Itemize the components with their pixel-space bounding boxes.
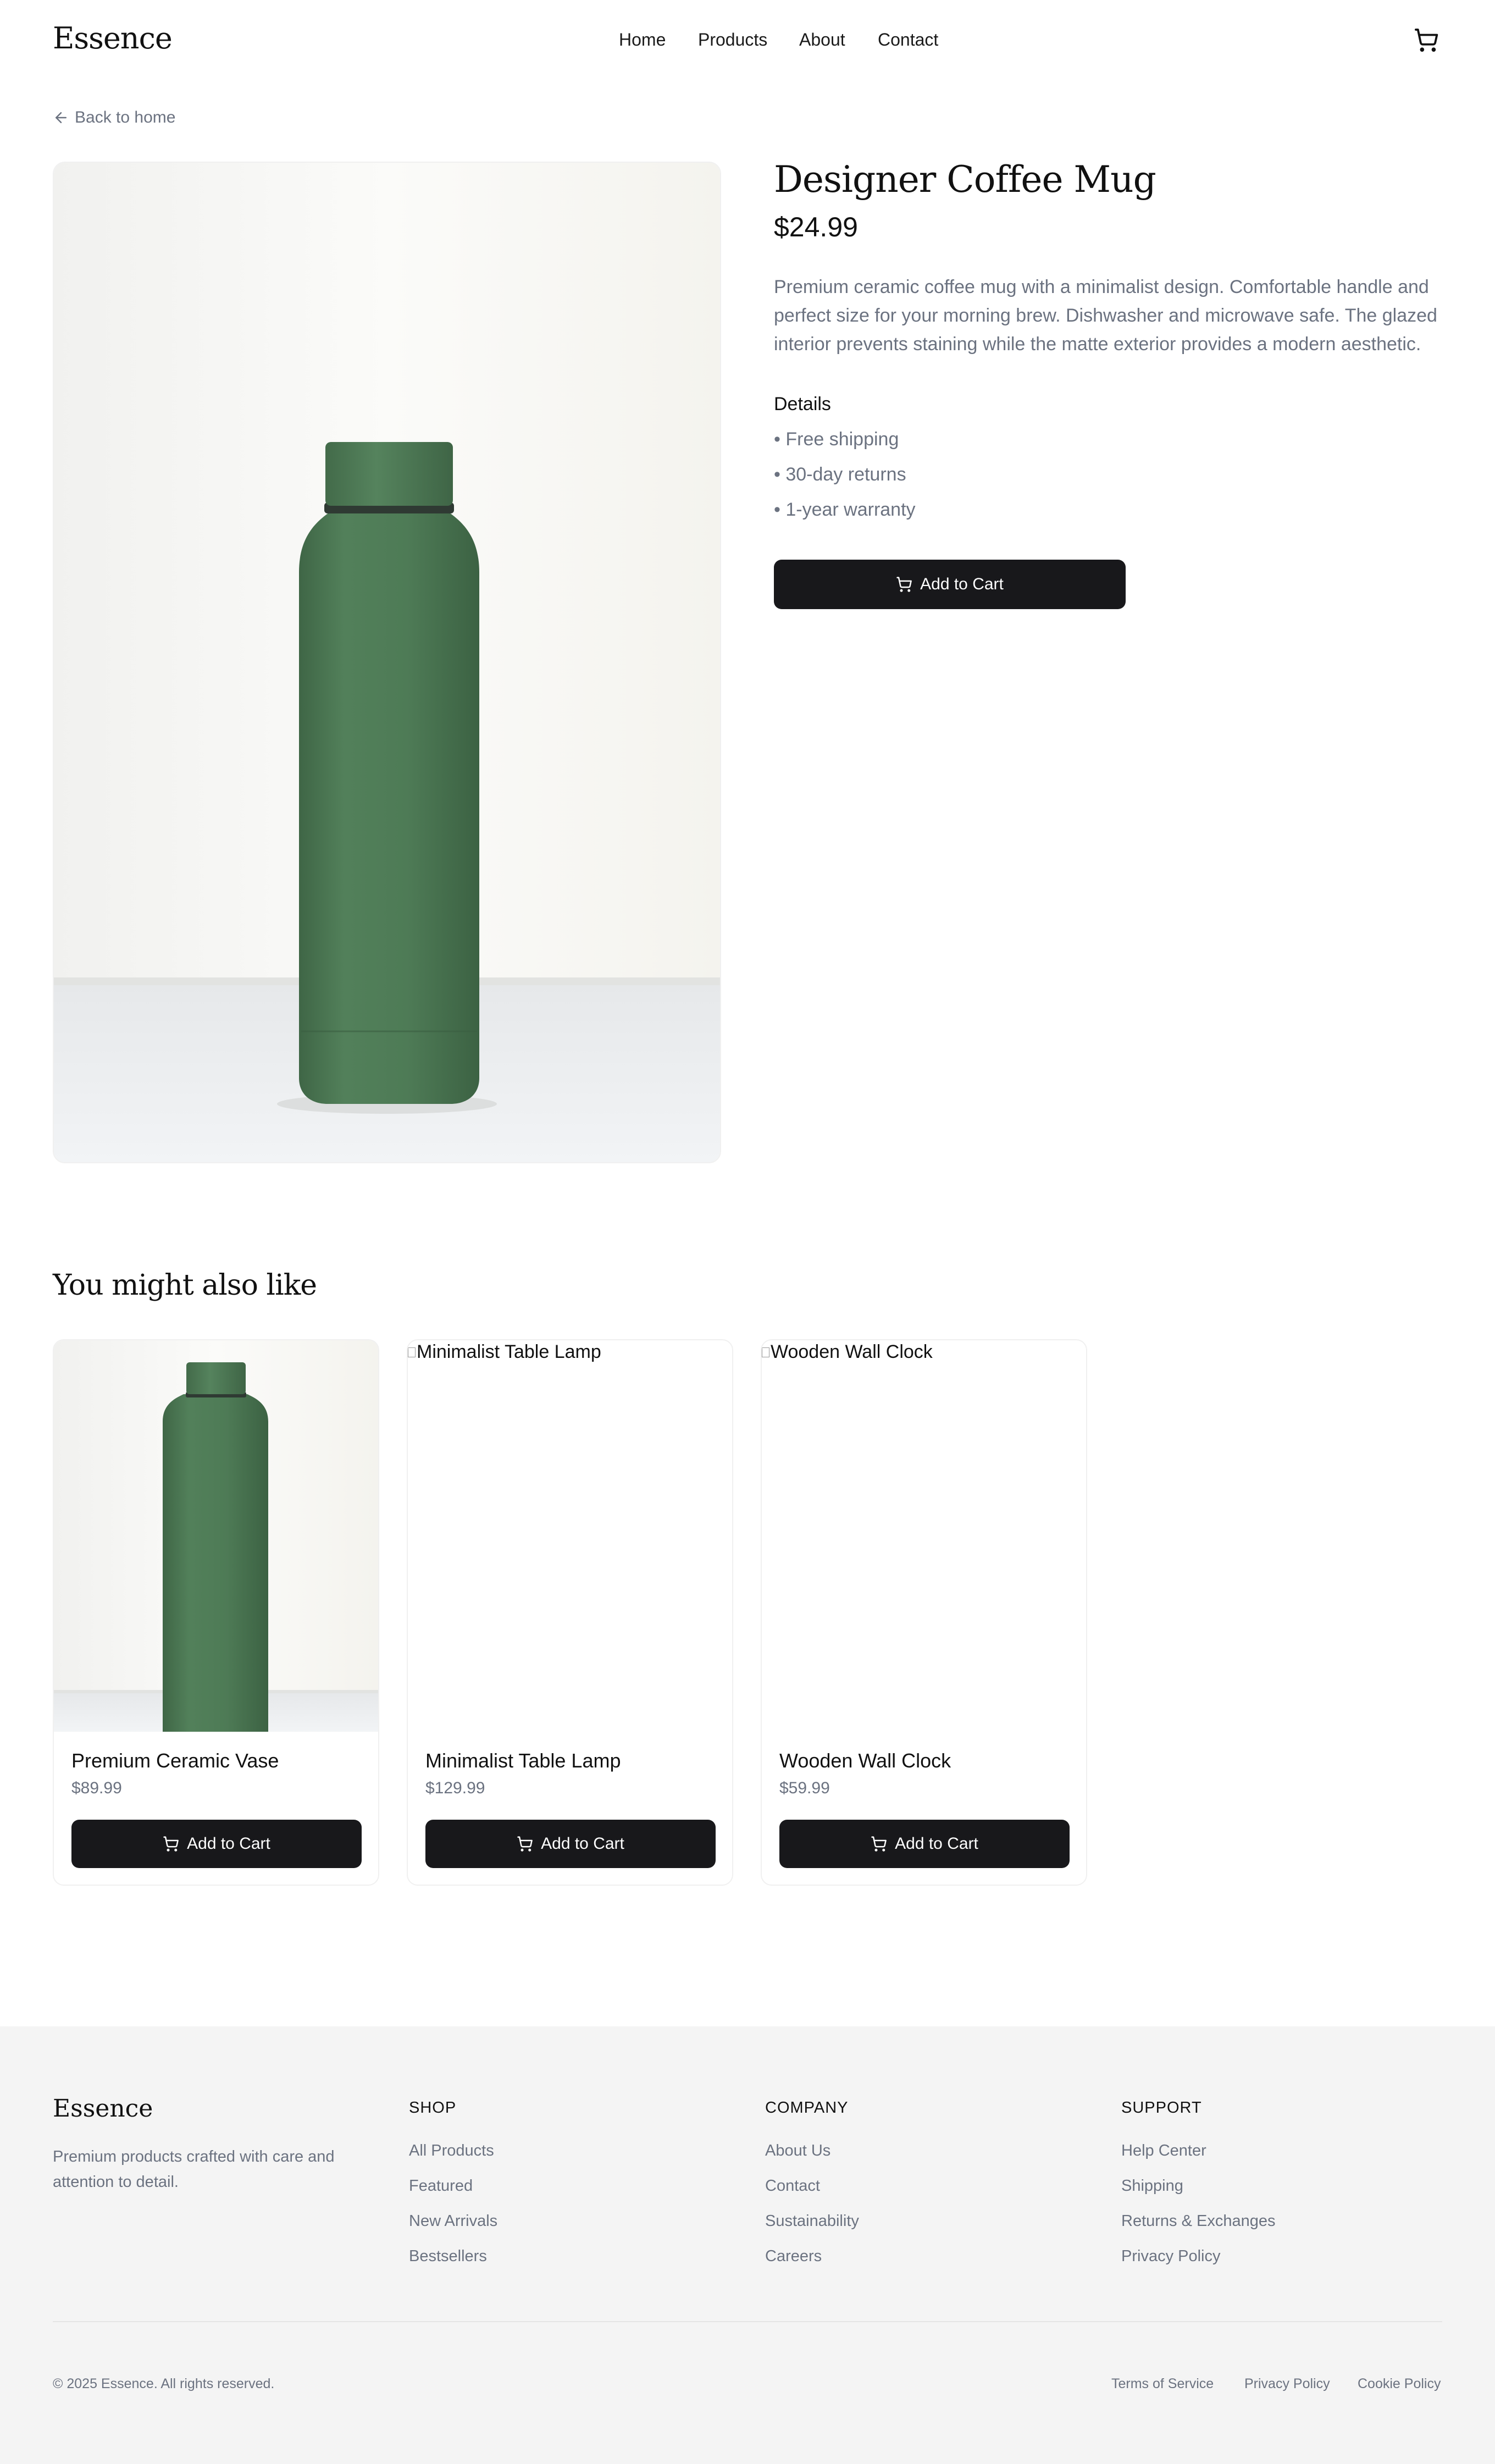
add-to-cart-label: Add to Cart [541, 1835, 624, 1853]
footer-link[interactable]: Contact [765, 2177, 820, 2195]
footer-link[interactable]: Returns & Exchanges [1121, 2212, 1275, 2230]
site-header: Essence Home Products About Contact [0, 0, 1495, 80]
broken-image-alt: Wooden Wall Clock [762, 1341, 933, 1363]
image-alt-text: Minimalist Table Lamp [417, 1341, 601, 1362]
broken-image-icon [762, 1347, 769, 1357]
broken-image-alt: Minimalist Table Lamp [408, 1341, 601, 1363]
footer-logo[interactable]: Essence [53, 2095, 153, 2123]
details-heading: Details [774, 394, 831, 415]
back-link-label: Back to home [75, 108, 176, 126]
cart-icon [896, 576, 912, 593]
legal-link-privacy[interactable]: Privacy Policy [1244, 2376, 1330, 2392]
add-to-cart-label: Add to Cart [187, 1835, 270, 1853]
footer-heading-shop: SHOP [409, 2099, 457, 2117]
footer-link[interactable]: Careers [765, 2247, 822, 2266]
nav-about[interactable]: About [799, 30, 845, 50]
nav-home[interactable]: Home [619, 30, 666, 50]
nav-products[interactable]: Products [698, 30, 767, 50]
copyright: © 2025 Essence. All rights reserved. [53, 2376, 275, 2391]
footer-tagline: Premium products crafted with care and a… [53, 2148, 335, 2191]
product-card-name[interactable]: Wooden Wall Clock [779, 1749, 951, 1772]
image-alt-text: Wooden Wall Clock [771, 1341, 933, 1362]
footer-link[interactable]: About Us [765, 2142, 830, 2160]
site-footer: Essence Premium products crafted with ca… [0, 2026, 1495, 2464]
related-heading: You might also like [53, 1269, 317, 1302]
product-card-image[interactable]: Minimalist Table Lamp [408, 1340, 732, 1732]
product-image [53, 162, 721, 1163]
product-description: Premium ceramic coffee mug with a minima… [774, 277, 1437, 355]
detail-item: • Free shipping [774, 429, 899, 450]
cart-icon [871, 1836, 887, 1852]
product-card[interactable]: Wooden Wall Clock Wooden Wall Clock $59.… [761, 1339, 1087, 1886]
product-card-name[interactable]: Premium Ceramic Vase [71, 1749, 279, 1772]
add-to-cart-button[interactable]: Add to Cart [774, 560, 1126, 609]
product-card[interactable]: Premium Ceramic Vase $89.99 Add to Cart [53, 1339, 379, 1886]
product-card-price: $89.99 [71, 1779, 122, 1797]
nav-contact[interactable]: Contact [878, 30, 938, 50]
product-card-image[interactable]: Wooden Wall Clock [762, 1340, 1086, 1732]
cart-icon [517, 1836, 533, 1852]
footer-link[interactable]: Featured [409, 2177, 473, 2195]
product-card-image[interactable] [54, 1340, 378, 1732]
footer-link[interactable]: Bestsellers [409, 2247, 487, 2266]
footer-link[interactable]: Sustainability [765, 2212, 859, 2230]
footer-heading-support: SUPPORT [1121, 2099, 1202, 2117]
legal-link-cookie[interactable]: Cookie Policy [1358, 2376, 1441, 2392]
add-to-cart-label: Add to Cart [920, 575, 1004, 593]
detail-item: • 1-year warranty [774, 499, 916, 520]
legal-link-terms[interactable]: Terms of Service [1111, 2376, 1214, 2392]
detail-item: • 30-day returns [774, 464, 906, 485]
back-link[interactable]: Back to home [53, 107, 175, 129]
footer-link[interactable]: All Products [409, 2142, 494, 2160]
add-to-cart-button[interactable]: Add to Cart [71, 1820, 362, 1868]
main-nav: Home Products About Contact [0, 30, 1495, 52]
product-price: $24.99 [774, 212, 858, 242]
footer-divider [53, 2321, 1442, 2322]
cart-icon[interactable] [1414, 27, 1439, 53]
arrow-left-icon [53, 109, 69, 126]
product-card-price: $129.99 [425, 1779, 485, 1797]
product-title: Designer Coffee Mug [774, 158, 1156, 201]
product-card-price: $59.99 [779, 1779, 830, 1797]
add-to-cart-button[interactable]: Add to Cart [779, 1820, 1070, 1868]
footer-heading-company: COMPANY [765, 2099, 849, 2117]
footer-link[interactable]: New Arrivals [409, 2212, 497, 2230]
product-card[interactable]: Minimalist Table Lamp Minimalist Table L… [407, 1339, 733, 1886]
footer-link[interactable]: Help Center [1121, 2142, 1206, 2160]
footer-link[interactable]: Privacy Policy [1121, 2247, 1221, 2266]
footer-link[interactable]: Shipping [1121, 2177, 1183, 2195]
cart-icon [163, 1836, 179, 1852]
add-to-cart-button[interactable]: Add to Cart [425, 1820, 716, 1868]
add-to-cart-label: Add to Cart [895, 1835, 978, 1853]
broken-image-icon [408, 1347, 416, 1357]
product-card-name[interactable]: Minimalist Table Lamp [425, 1749, 621, 1772]
